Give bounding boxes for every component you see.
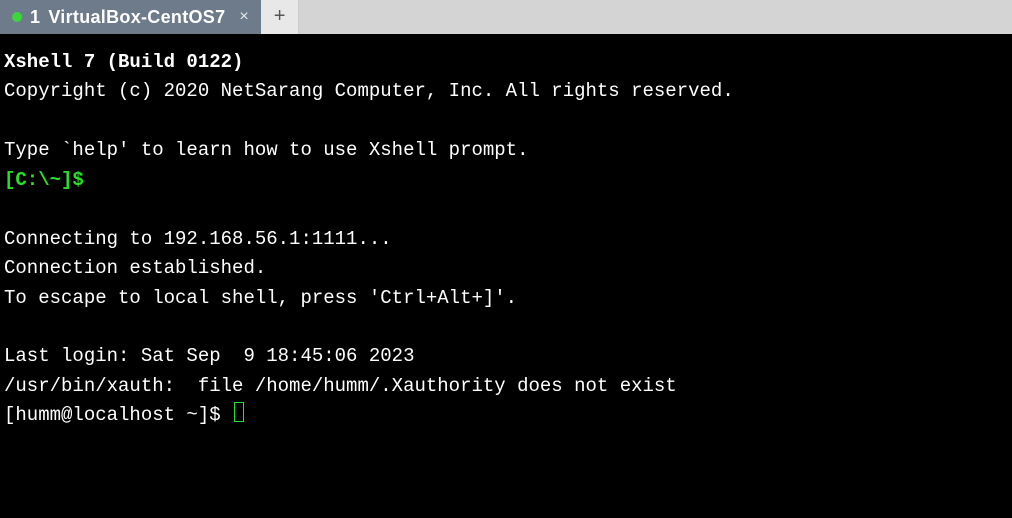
plus-icon: + <box>274 6 286 29</box>
close-icon[interactable]: × <box>239 8 249 26</box>
established-line: Connection established. <box>4 257 266 279</box>
tab-bar: 1 VirtualBox-CentOS7 × + <box>0 0 1012 34</box>
banner-title: Xshell 7 (Build 0122) <box>4 51 243 73</box>
cursor-icon <box>234 402 244 422</box>
connection-status-icon <box>12 12 22 22</box>
shell-prompt: [humm@localhost ~]$ <box>4 404 232 426</box>
escape-hint: To escape to local shell, press 'Ctrl+Al… <box>4 287 517 309</box>
last-login-line: Last login: Sat Sep 9 18:45:06 2023 <box>4 345 414 367</box>
connecting-line: Connecting to 192.168.56.1:1111... <box>4 228 392 250</box>
tab-session-1[interactable]: 1 VirtualBox-CentOS7 × <box>0 0 261 34</box>
copyright-line: Copyright (c) 2020 NetSarang Computer, I… <box>4 80 734 102</box>
local-prompt: [C:\~]$ <box>4 169 84 191</box>
terminal-area[interactable]: Xshell 7 (Build 0122) Copyright (c) 2020… <box>0 34 1012 435</box>
tab-index: 1 <box>30 7 40 28</box>
new-tab-button[interactable]: + <box>261 0 299 34</box>
tab-title: VirtualBox-CentOS7 <box>48 7 225 28</box>
xauth-line: /usr/bin/xauth: file /home/humm/.Xauthor… <box>4 375 677 397</box>
help-hint: Type `help' to learn how to use Xshell p… <box>4 139 529 161</box>
